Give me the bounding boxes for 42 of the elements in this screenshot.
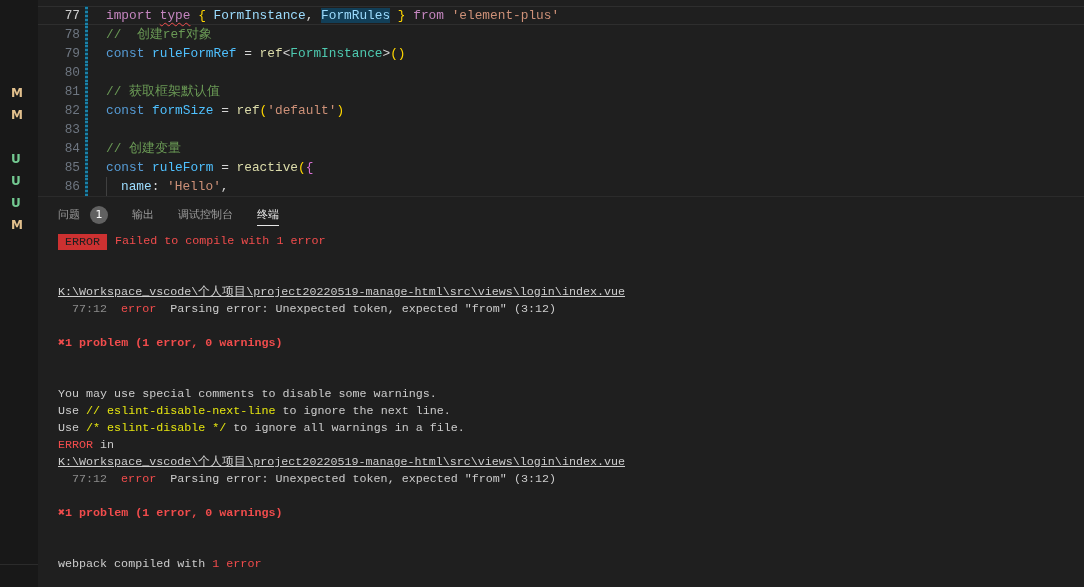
- terminal-line: 77:12 error Parsing error: Unexpected token, expected "from" (3:12): [72, 471, 556, 488]
- line-number: 86: [63, 178, 80, 195]
- terminal-line: Use /* eslint-disable */ to ignore all warnings in a file.: [58, 420, 465, 437]
- code-line: // 创建ref对象: [106, 26, 212, 43]
- line-number: 82: [63, 102, 80, 119]
- line-number: 83: [63, 121, 80, 138]
- code-line: // 创建变量: [106, 140, 182, 157]
- code-line: const ruleFormRef = ref<FormInstance>(): [106, 45, 406, 62]
- file-status-letter: U: [11, 196, 21, 210]
- code-line: name: 'Hello',: [121, 178, 229, 195]
- file-status-letter: U: [11, 152, 21, 166]
- code-line: const formSize = ref('default'): [106, 102, 345, 119]
- panel-tab[interactable]: 调试控制台: [178, 204, 233, 226]
- terminal-line: Use // eslint-disable-next-line to ignore the next line.: [58, 403, 451, 420]
- file-status-letter: M: [11, 86, 23, 100]
- terminal-line: ERROR in: [58, 437, 115, 454]
- file-path-link[interactable]: K:\Workspace_vscode\个人项目\project20220519-manage-html\src\views\login\index.vue: [58, 454, 625, 471]
- terminal-line: You may use special comments to disable some warnings.: [58, 386, 437, 403]
- code-line: // 获取框架默认值: [106, 83, 221, 100]
- count-badge: 1: [90, 205, 108, 224]
- file-status-letter: M: [11, 108, 23, 122]
- terminal-line: ✖1 problem (1 error, 0 warnings): [58, 505, 283, 522]
- line-number: 78: [63, 26, 80, 43]
- line-number: 77: [63, 7, 80, 24]
- line-number: 80: [63, 64, 80, 81]
- terminal-line: webpack compiled with 1 error: [58, 556, 262, 573]
- code-line: import type { FormInstance, FormRules } from 'element-plus': [106, 7, 560, 24]
- file-status-letter: M: [11, 218, 23, 232]
- error-message: Failed to compile with 1 error: [115, 233, 326, 250]
- line-number: 85: [63, 159, 80, 176]
- error-badge: ERROR: [58, 233, 108, 250]
- terminal-line: ✖1 problem (1 error, 0 warnings): [58, 335, 283, 352]
- file-status-letter: U: [11, 174, 21, 188]
- terminal-line: 77:12 error Parsing error: Unexpected token, expected "from" (3:12): [72, 301, 556, 318]
- line-number: 81: [63, 83, 80, 100]
- panel-tab[interactable]: 问题 1: [58, 204, 108, 226]
- panel-tab[interactable]: 终端: [257, 204, 279, 226]
- line-number: 79: [63, 45, 80, 62]
- code-line: const ruleForm = reactive({: [106, 159, 314, 176]
- panel-tab[interactable]: 输出: [132, 204, 154, 226]
- line-number: 84: [63, 140, 80, 157]
- file-path-link[interactable]: K:\Workspace_vscode\个人项目\project20220519-manage-html\src\views\login\index.vue: [58, 284, 625, 301]
